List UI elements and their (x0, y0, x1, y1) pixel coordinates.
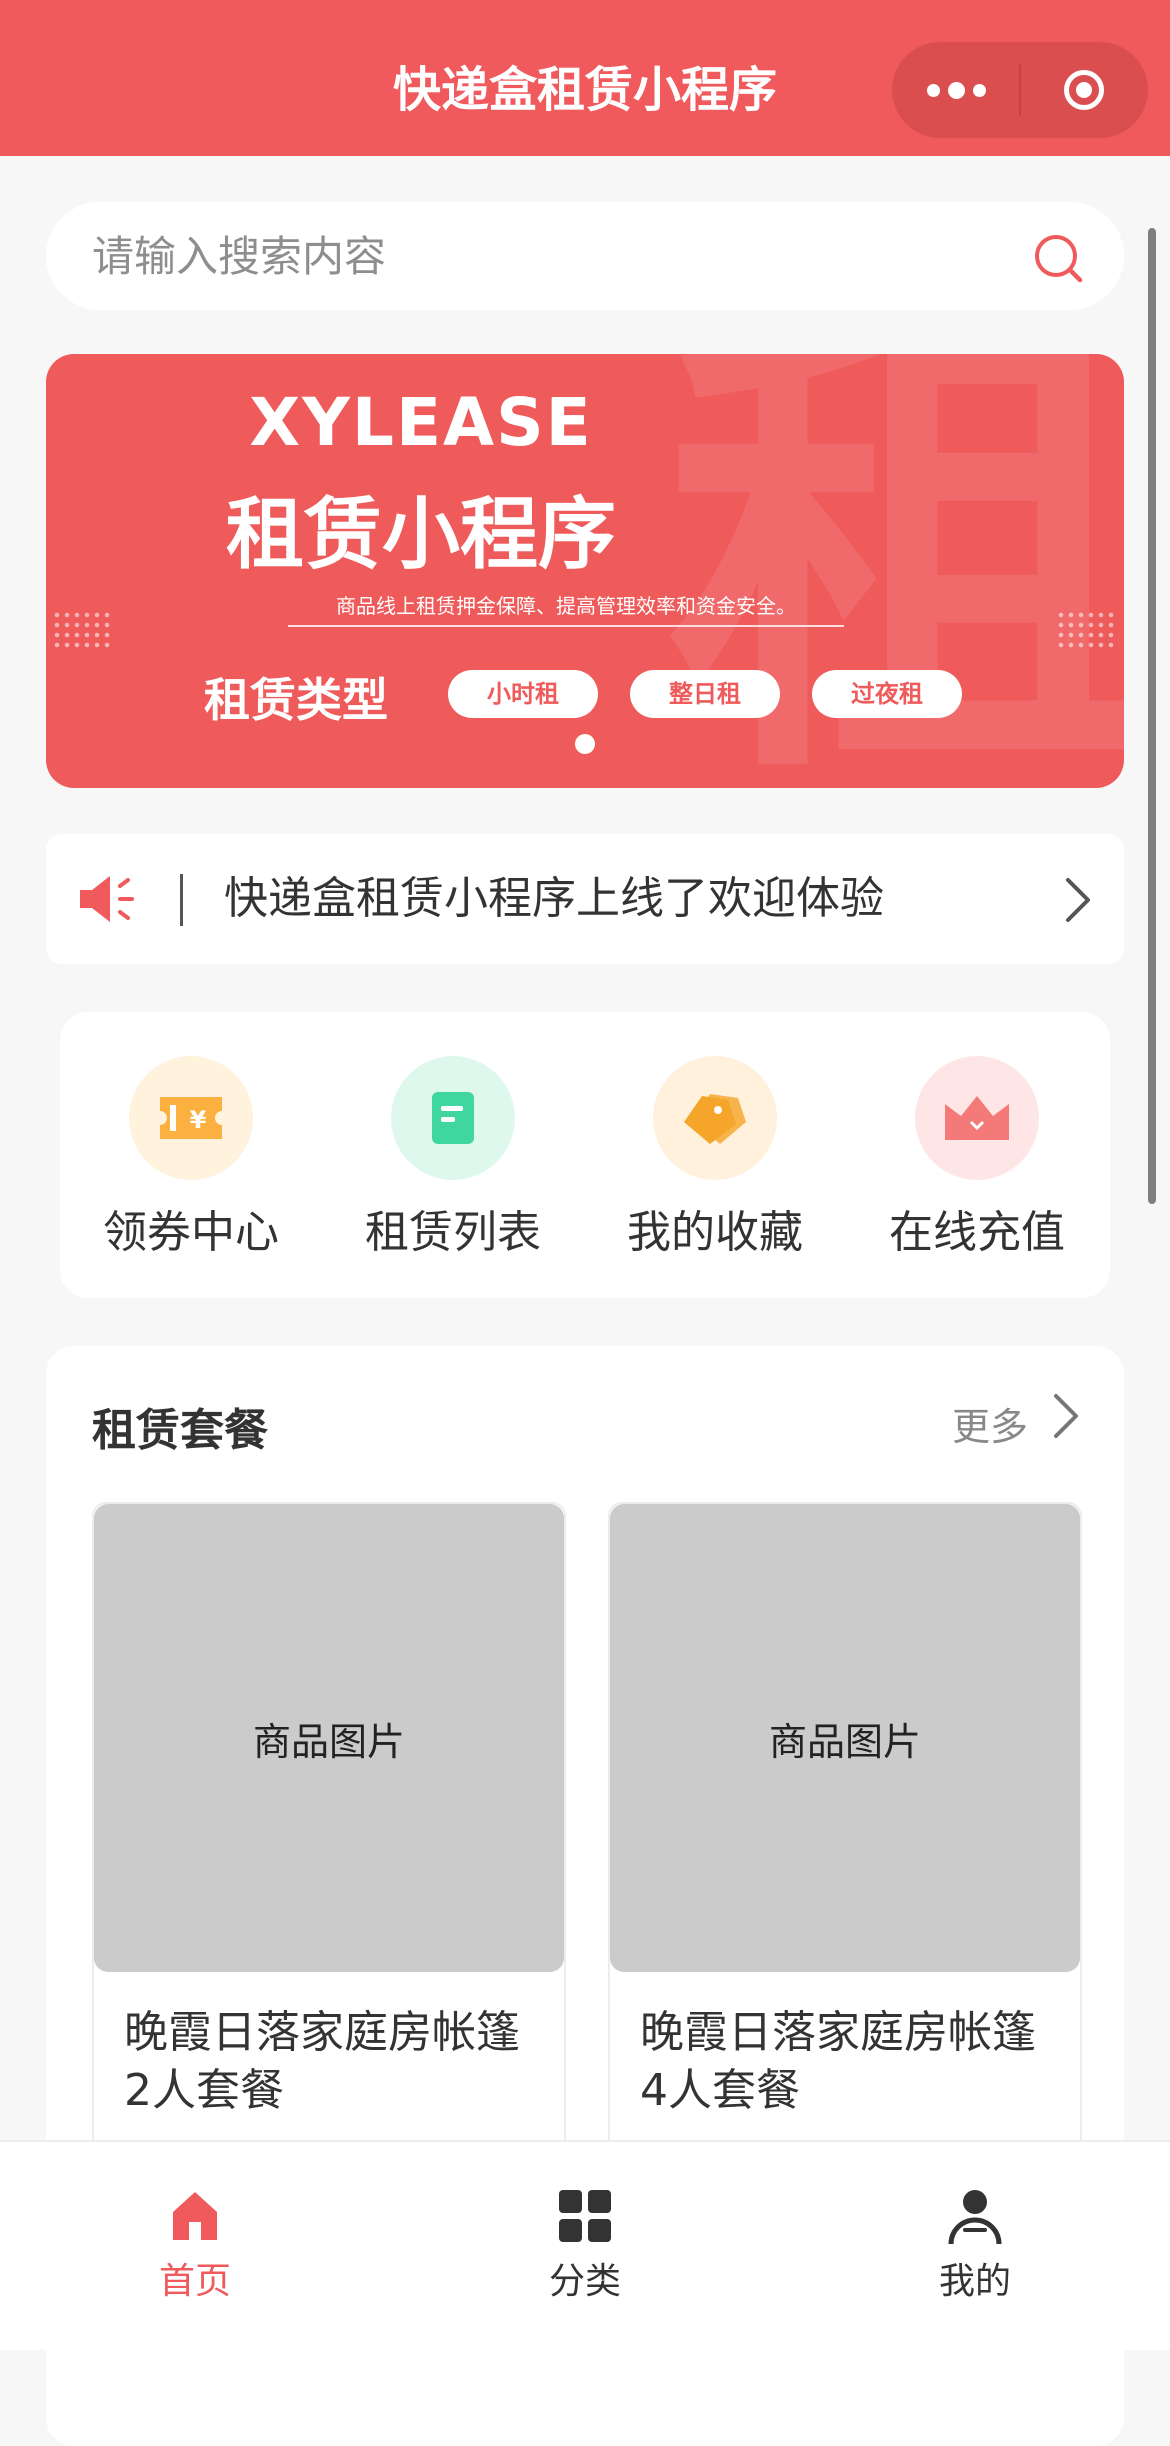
megaphone-icon (80, 876, 134, 922)
close-mini-program-button[interactable] (1020, 42, 1148, 138)
section-title: 租赁套餐 (92, 1405, 268, 1456)
product-image: 商品图片 (610, 1504, 1080, 1972)
banner-heading: 租赁小程序 (225, 490, 616, 580)
carousel-indicator[interactable] (575, 734, 595, 754)
promo-banner[interactable]: 租 XYLEASE 租赁小程序 商品线上租赁押金保障、提高管理效率和资金安全。 … (46, 354, 1124, 788)
target-icon (1064, 70, 1104, 110)
menu-item-favorites[interactable]: 我的收藏 (584, 1012, 846, 1298)
banner-tag-daily: 整日租 (630, 670, 780, 718)
product-name: 晚霞日落家庭房帐篷4人套餐 (640, 2007, 1036, 2116)
grid-icon (559, 2190, 611, 2242)
notice-divider (180, 874, 183, 926)
banner-brand: XYLEASE (249, 384, 593, 461)
tab-mine[interactable]: 我的 (780, 2142, 1170, 2350)
svg-text:¥: ¥ (190, 1106, 207, 1134)
notice-bar[interactable]: 快递盒租赁小程序上线了欢迎体验 (46, 834, 1124, 964)
menu-label: 租赁列表 (365, 1207, 541, 1258)
tag-icon (653, 1056, 777, 1180)
product-name: 晚霞日落家庭房帐篷2人套餐 (124, 2007, 520, 2116)
menu-label: 领券中心 (103, 1207, 279, 1258)
menu-item-recharge[interactable]: 在线充值 (846, 1012, 1108, 1298)
dots-decoration (1056, 610, 1116, 650)
tab-bar: 首页 分类 我的 (0, 2140, 1170, 2350)
list-icon (391, 1056, 515, 1180)
notice-text: 快递盒租赁小程序上线了欢迎体验 (224, 873, 884, 924)
menu-item-coupons[interactable]: ¥ 领券中心 (60, 1012, 322, 1298)
banner-tag-hourly: 小时租 (448, 670, 598, 718)
tab-label: 分类 (548, 2261, 621, 2302)
chevron-right-icon[interactable] (1050, 1390, 1082, 1442)
tab-category[interactable]: 分类 (390, 2142, 780, 2350)
banner-description: 商品线上租赁押金保障、提高管理效率和资金安全。 (288, 590, 844, 627)
tab-label: 首页 (158, 2261, 231, 2302)
menu-label: 我的收藏 (627, 1207, 803, 1258)
home-icon (173, 2192, 217, 2240)
menu-label: 在线充值 (889, 1207, 1065, 1258)
tab-home[interactable]: 首页 (0, 2142, 390, 2350)
product-image: 商品图片 (94, 1504, 564, 1972)
dots-decoration (52, 610, 112, 650)
more-link[interactable]: 更多 (952, 1396, 1028, 1451)
wallet-icon (915, 1056, 1039, 1180)
menu-item-rental-list[interactable]: 租赁列表 (322, 1012, 584, 1298)
page-scrollbar[interactable] (1148, 228, 1156, 1204)
user-icon (948, 2190, 1002, 2244)
more-icon (926, 83, 940, 97)
banner-type-label: 租赁类型 (204, 673, 388, 727)
mini-program-capsule (892, 42, 1148, 138)
coupon-icon: ¥ (129, 1056, 253, 1180)
more-options-button[interactable] (892, 42, 1020, 138)
banner-tag-overnight: 过夜租 (812, 670, 962, 718)
tab-label: 我的 (938, 2261, 1011, 2302)
search-icon[interactable] (1030, 230, 1086, 286)
search-bar (46, 202, 1124, 310)
chevron-right-icon (1066, 878, 1090, 922)
search-input[interactable] (92, 202, 992, 310)
quick-menu: ¥ 领券中心 租赁列表 我的收藏 在线充值 (60, 1012, 1110, 1298)
